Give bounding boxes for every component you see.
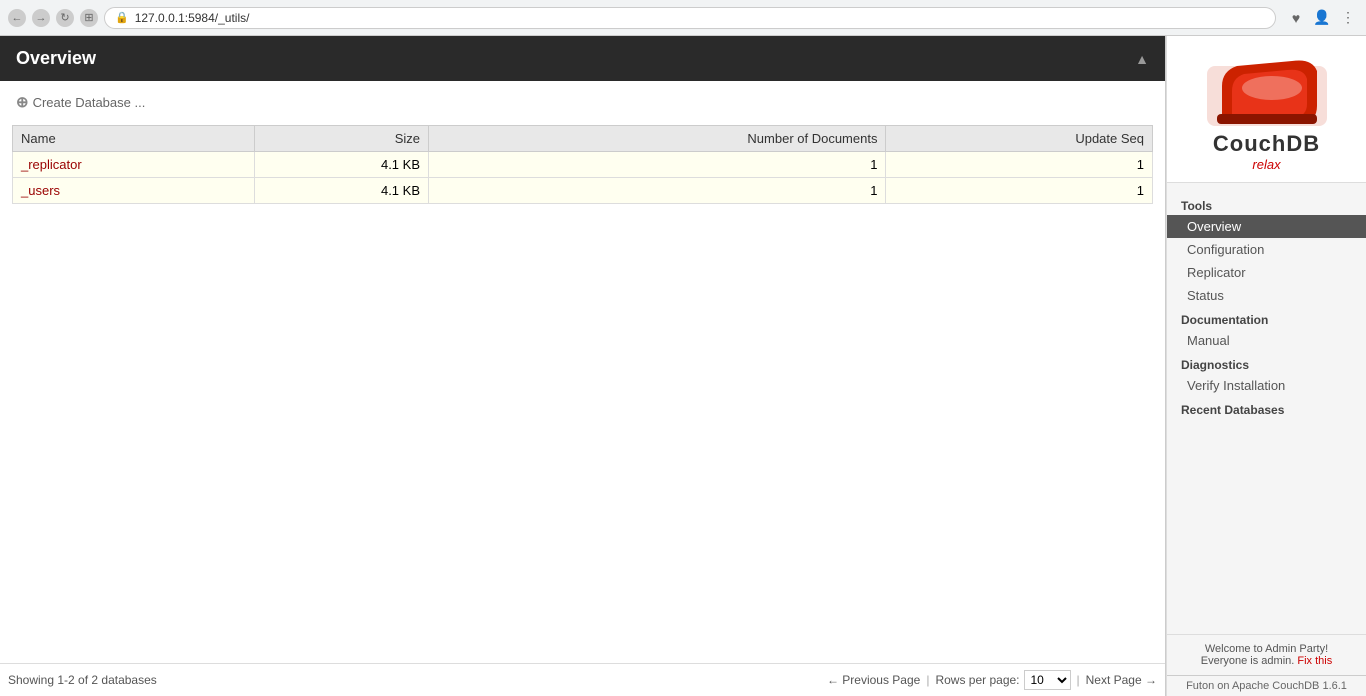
url-text: 127.0.0.1:5984/_utils/ [135, 11, 250, 25]
forward-button[interactable]: → [32, 9, 50, 27]
pagination-sep2: | [1077, 673, 1080, 687]
address-bar[interactable]: 🔒 127.0.0.1:5984/_utils/ [104, 7, 1276, 29]
logo-area: CouchDB relax [1167, 36, 1366, 183]
table-row: _users4.1 KB11 [13, 178, 1153, 204]
welcome-line2-text: Everyone is admin. [1201, 655, 1295, 667]
page-header: Overview ▲ [0, 36, 1165, 81]
db-seq-cell: 1 [886, 178, 1153, 204]
db-docs-cell: 1 [429, 152, 886, 178]
bottom-bar: Futon on Apache CouchDB 1.6.1 [1167, 675, 1366, 696]
couchdb-name: CouchDB [1213, 131, 1320, 157]
page-title: Overview [16, 48, 96, 69]
account-button[interactable]: 👤 [1312, 8, 1332, 28]
welcome-line1: Welcome to Admin Party! [1179, 643, 1354, 655]
pagination-info: Showing 1-2 of 2 databases [8, 673, 157, 687]
couchdb-tagline: relax [1213, 157, 1320, 172]
back-button[interactable]: ← [8, 9, 26, 27]
pagination-sep: | [926, 673, 929, 687]
page-header-close[interactable]: ▲ [1135, 51, 1149, 67]
col-size: Size [254, 126, 428, 152]
couchdb-logo: CouchDB relax [1202, 46, 1332, 172]
sidebar-nav: Tools Overview Configuration Replicator … [1167, 183, 1366, 634]
logo-text-area: CouchDB relax [1213, 131, 1320, 172]
documentation-section-title: Documentation [1167, 307, 1366, 329]
content-area: ⊕ Create Database ... Name Size Number o… [0, 81, 1165, 663]
rows-per-page: Rows per page: 10 25 50 100 [935, 670, 1070, 690]
futon-version: Futon on Apache CouchDB 1.6.1 [1186, 680, 1347, 692]
diagnostics-section-title: Diagnostics [1167, 352, 1366, 374]
refresh-button[interactable]: ↻ [56, 9, 74, 27]
sidebar-item-manual[interactable]: Manual [1167, 329, 1366, 352]
db-name-cell: _replicator [13, 152, 255, 178]
col-seq: Update Seq [886, 126, 1153, 152]
db-link[interactable]: _users [21, 183, 60, 198]
browser-chrome: ← → ↻ ⊞ 🔒 127.0.0.1:5984/_utils/ ♥ 👤 ⋮ [0, 0, 1366, 36]
next-page-link[interactable]: Next Page → [1086, 673, 1157, 687]
fix-link[interactable]: Fix this [1297, 655, 1332, 667]
logo-svg [1202, 46, 1332, 131]
sidebar-item-verify[interactable]: Verify Installation [1167, 374, 1366, 397]
sidebar: CouchDB relax Tools Overview Configurati… [1166, 36, 1366, 696]
db-docs-cell: 1 [429, 178, 886, 204]
app-container: Overview ▲ ⊕ Create Database ... Name Si… [0, 36, 1366, 696]
recent-databases-section-title: Recent Databases [1167, 397, 1366, 419]
sidebar-item-status[interactable]: Status [1167, 284, 1366, 307]
tools-section-title: Tools [1167, 193, 1366, 215]
address-icon: 🔒 [115, 11, 129, 24]
database-table: Name Size Number of Documents Update Seq… [12, 125, 1153, 204]
db-name-cell: _users [13, 178, 255, 204]
sidebar-item-replicator[interactable]: Replicator [1167, 261, 1366, 284]
browser-actions: ♥ 👤 ⋮ [1286, 8, 1358, 28]
apps-button[interactable]: ⊞ [80, 9, 98, 27]
rows-per-page-select[interactable]: 10 25 50 100 [1024, 670, 1071, 690]
rows-per-page-label: Rows per page: [935, 673, 1019, 687]
favorite-button[interactable]: ♥ [1286, 8, 1306, 28]
col-name: Name [13, 126, 255, 152]
prev-page-link[interactable]: ← Previous Page [827, 673, 920, 687]
pagination-controls: ← Previous Page | Rows per page: 10 25 5… [827, 670, 1157, 690]
create-database-button[interactable]: ⊕ Create Database ... [12, 91, 149, 113]
create-db-label: Create Database ... [33, 95, 146, 110]
plus-icon: ⊕ [16, 93, 29, 111]
col-docs: Number of Documents [429, 126, 886, 152]
db-link[interactable]: _replicator [21, 157, 82, 172]
db-size-cell: 4.1 KB [254, 152, 428, 178]
db-seq-cell: 1 [886, 152, 1153, 178]
db-size-cell: 4.1 KB [254, 178, 428, 204]
sidebar-footer: Welcome to Admin Party! Everyone is admi… [1167, 634, 1366, 675]
main-content: Overview ▲ ⊕ Create Database ... Name Si… [0, 36, 1166, 696]
sidebar-item-configuration[interactable]: Configuration [1167, 238, 1366, 261]
welcome-line2: Everyone is admin. Fix this [1179, 655, 1354, 667]
sidebar-item-overview[interactable]: Overview [1167, 215, 1366, 238]
settings-button[interactable]: ⋮ [1338, 8, 1358, 28]
table-row: _replicator4.1 KB11 [13, 152, 1153, 178]
pagination-bar: Showing 1-2 of 2 databases ← Previous Pa… [0, 663, 1165, 696]
